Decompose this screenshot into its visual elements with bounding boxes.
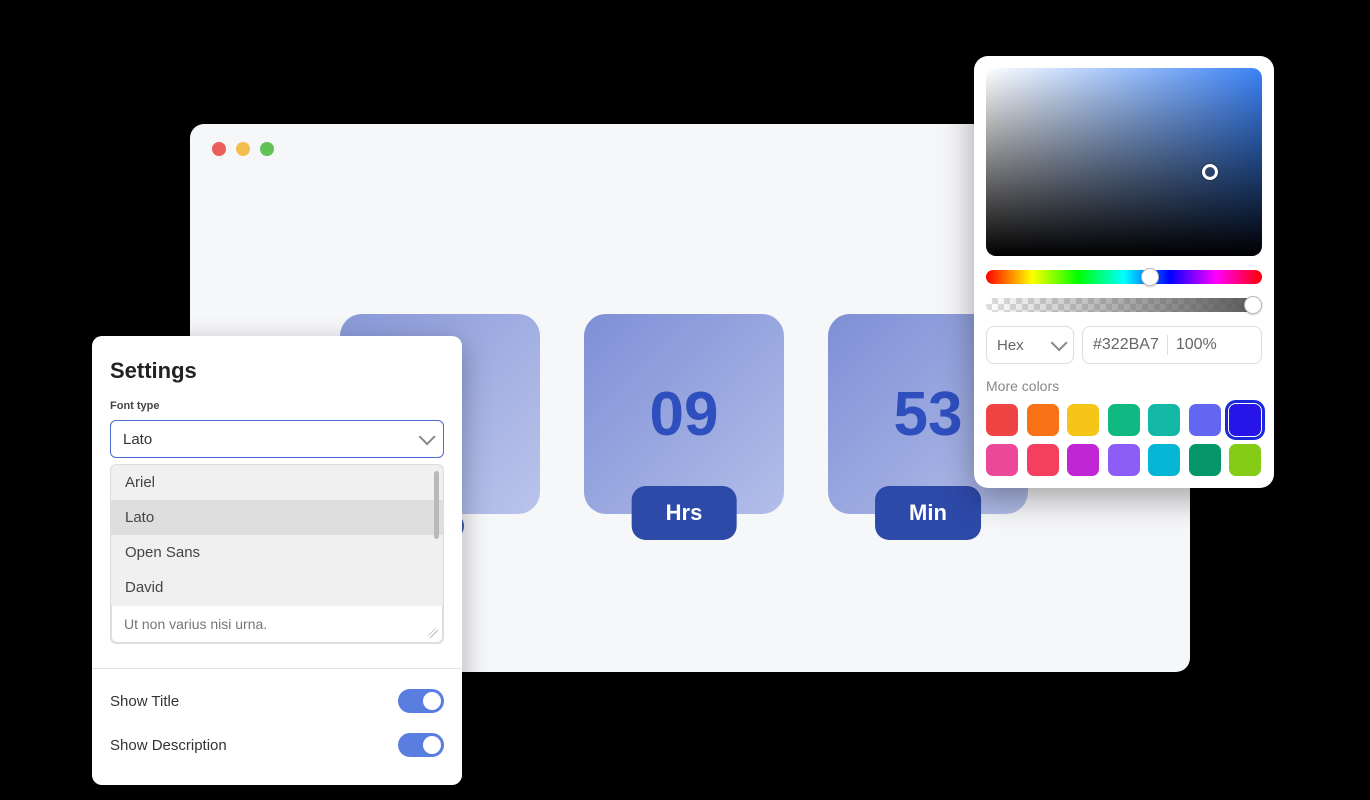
color-swatch[interactable] xyxy=(1229,444,1261,476)
separator xyxy=(1167,335,1168,355)
font-option-david[interactable]: David xyxy=(111,570,443,605)
show-description-toggle[interactable] xyxy=(398,733,444,757)
font-option-opensans[interactable]: Open Sans xyxy=(111,535,443,570)
color-format-value: Hex xyxy=(997,337,1024,354)
alpha-slider[interactable] xyxy=(986,298,1262,312)
settings-title: Settings xyxy=(110,358,444,384)
hue-handle-icon[interactable] xyxy=(1141,268,1159,286)
color-swatch[interactable] xyxy=(1027,404,1059,436)
show-description-row: Show Description xyxy=(110,723,444,767)
resize-handle-icon[interactable] xyxy=(428,628,438,638)
chevron-down-icon xyxy=(419,428,436,445)
font-type-select[interactable]: Lato xyxy=(110,420,444,458)
font-option-ariel[interactable]: Ariel xyxy=(111,465,443,500)
show-title-toggle[interactable] xyxy=(398,689,444,713)
color-swatch[interactable] xyxy=(1189,444,1221,476)
description-textarea[interactable]: Ut non varius nisi urna. xyxy=(111,605,443,643)
color-swatch[interactable] xyxy=(986,444,1018,476)
show-title-row: Show Title xyxy=(110,679,444,723)
more-colors-label: More colors xyxy=(986,378,1262,394)
color-format-select[interactable]: Hex xyxy=(986,326,1074,364)
minimize-dot-icon[interactable] xyxy=(236,142,250,156)
timer-value-minutes: 53 xyxy=(894,379,963,450)
hex-value: #322BA7 xyxy=(1093,336,1159,354)
font-type-label: Font type xyxy=(110,400,444,412)
swatch-grid xyxy=(986,404,1262,476)
color-swatch[interactable] xyxy=(1067,444,1099,476)
sv-cursor-icon[interactable] xyxy=(1202,164,1218,180)
timer-value-hours: 09 xyxy=(650,379,719,450)
opacity-value: 100% xyxy=(1176,336,1217,354)
hue-slider[interactable] xyxy=(986,270,1262,284)
font-option-lato[interactable]: Lato xyxy=(111,500,443,535)
timer-tile-hours: 09 Hrs xyxy=(584,314,784,514)
show-description-label: Show Description xyxy=(110,737,227,754)
color-swatch[interactable] xyxy=(1148,404,1180,436)
timer-label-minutes: Min xyxy=(875,486,981,540)
show-title-label: Show Title xyxy=(110,693,179,710)
settings-panel: Settings Font type Lato Ariel Lato Open … xyxy=(92,336,462,785)
font-type-value: Lato xyxy=(123,431,152,448)
color-swatch[interactable] xyxy=(1108,444,1140,476)
divider xyxy=(92,668,462,669)
color-swatch[interactable] xyxy=(1108,404,1140,436)
color-swatch[interactable] xyxy=(1229,404,1261,436)
color-picker-panel: Hex #322BA7 100% More colors xyxy=(974,56,1274,488)
chevron-down-icon xyxy=(1051,334,1068,351)
font-type-dropdown: Ariel Lato Open Sans David Ut non varius… xyxy=(110,464,444,644)
color-swatch[interactable] xyxy=(1189,404,1221,436)
color-swatch[interactable] xyxy=(1027,444,1059,476)
scrollbar-thumb[interactable] xyxy=(434,471,439,539)
maximize-dot-icon[interactable] xyxy=(260,142,274,156)
saturation-value-area[interactable] xyxy=(986,68,1262,256)
hex-input[interactable]: #322BA7 100% xyxy=(1082,326,1262,364)
description-text: Ut non varius nisi urna. xyxy=(124,616,267,632)
color-swatch[interactable] xyxy=(986,404,1018,436)
timer-label-hours: Hrs xyxy=(632,486,737,540)
color-swatch[interactable] xyxy=(1067,404,1099,436)
color-swatch[interactable] xyxy=(1148,444,1180,476)
alpha-handle-icon[interactable] xyxy=(1244,296,1262,314)
close-dot-icon[interactable] xyxy=(212,142,226,156)
